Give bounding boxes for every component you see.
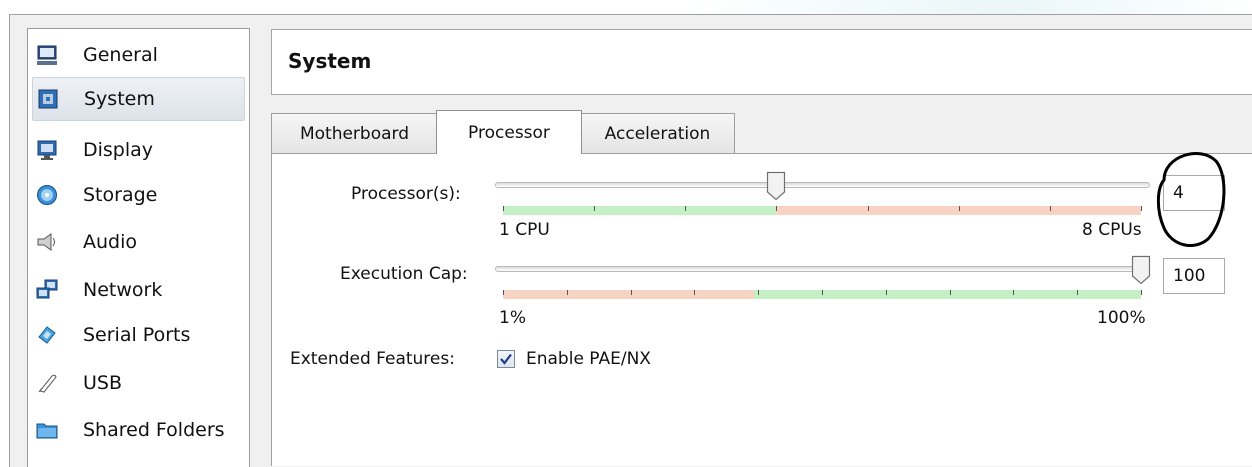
annotation-circle <box>1156 152 1226 248</box>
sidebar-item-label: General <box>83 44 158 66</box>
sidebar-item-network[interactable]: Network <box>32 268 245 312</box>
sidebar-item-general[interactable]: General <box>32 33 245 77</box>
network-icon <box>36 279 58 301</box>
folder-icon <box>36 419 58 441</box>
scale-tick <box>822 290 823 295</box>
sidebar-item-audio[interactable]: Audio <box>32 220 245 264</box>
serial-port-icon <box>36 324 58 346</box>
checkmark-icon <box>500 353 512 365</box>
display-icon <box>36 139 58 161</box>
scale-tick <box>959 206 960 211</box>
scale-tick <box>1050 206 1051 211</box>
tab-label: Motherboard <box>299 123 410 144</box>
usb-icon <box>36 372 58 394</box>
processors-max-label: 8 CPUs <box>1082 220 1142 240</box>
scale-tick <box>868 206 869 211</box>
pae-nx-label[interactable]: Enable PAE/NX <box>526 349 651 369</box>
sidebar-item-label: Network <box>83 279 163 301</box>
processors-slider-thumb[interactable] <box>766 171 786 201</box>
sidebar-item-usb[interactable]: USB <box>32 361 245 405</box>
tab-label: Processor <box>468 122 550 143</box>
scale-tick <box>758 290 759 295</box>
scale-segment <box>754 290 1141 299</box>
pae-nx-checkbox[interactable] <box>497 350 515 368</box>
extended-features-label: Extended Features: <box>290 349 455 369</box>
settings-sidebar: General System Display Storage Audio Net… <box>27 28 250 467</box>
sidebar-item-label: Shared Folders <box>83 419 225 441</box>
exec-cap-min-label: 1% <box>499 308 526 328</box>
processors-scale <box>503 206 1142 215</box>
sidebar-item-label: Audio <box>83 231 138 253</box>
tab-processor[interactable]: Processor <box>436 110 582 154</box>
scale-tick <box>685 206 686 211</box>
disc-icon <box>36 184 58 206</box>
processors-label: Processor(s): <box>351 184 461 204</box>
exec-cap-label: Execution Cap: <box>340 264 468 284</box>
exec-cap-slider-thumb[interactable] <box>1131 255 1151 285</box>
exec-cap-spinbox[interactable]: 100 <box>1163 258 1225 294</box>
sidebar-item-serial-ports[interactable]: Serial Ports <box>32 313 245 357</box>
scale-tick <box>1077 290 1078 295</box>
processors-min-label: 1 CPU <box>499 220 550 240</box>
scale-tick <box>950 290 951 295</box>
sidebar-item-system[interactable]: System <box>32 77 245 121</box>
scale-tick <box>631 290 632 295</box>
page-title: System <box>288 49 372 73</box>
scale-tick <box>503 290 504 295</box>
speaker-icon <box>36 231 58 253</box>
background <box>0 0 1252 14</box>
scale-tick <box>1141 206 1142 211</box>
scale-tick <box>567 290 568 295</box>
scale-segment <box>503 206 776 215</box>
sidebar-item-label: Display <box>83 139 154 161</box>
scale-tick <box>776 206 777 211</box>
processors-slider-track[interactable] <box>495 182 1150 188</box>
sidebar-item-storage[interactable]: Storage <box>32 173 245 217</box>
scale-segment <box>503 290 754 299</box>
exec-cap-value: 100 <box>1173 266 1206 286</box>
exec-cap-max-label: 100% <box>1097 308 1146 328</box>
scale-tick <box>594 206 595 211</box>
scale-tick <box>694 290 695 295</box>
sidebar-item-label: Serial Ports <box>83 324 191 346</box>
scale-tick <box>503 206 504 211</box>
sidebar-item-label: Storage <box>83 184 158 206</box>
tab-acceleration[interactable]: Acceleration <box>580 113 735 153</box>
sidebar-item-label: USB <box>83 372 123 394</box>
sidebar-item-display[interactable]: Display <box>32 128 245 172</box>
scale-tick <box>886 290 887 295</box>
page-header: System <box>271 29 1252 95</box>
tab-motherboard[interactable]: Motherboard <box>271 113 438 153</box>
monitor-icon <box>36 44 58 66</box>
sidebar-item-label: System <box>84 88 155 110</box>
tab-label: Acceleration <box>604 123 711 144</box>
scale-tick <box>1141 290 1142 295</box>
sidebar-item-shared-folders[interactable]: Shared Folders <box>32 408 245 452</box>
exec-cap-slider-track[interactable] <box>495 266 1150 272</box>
chip-icon <box>37 88 59 110</box>
scale-tick <box>1013 290 1014 295</box>
exec-cap-scale <box>503 290 1142 299</box>
